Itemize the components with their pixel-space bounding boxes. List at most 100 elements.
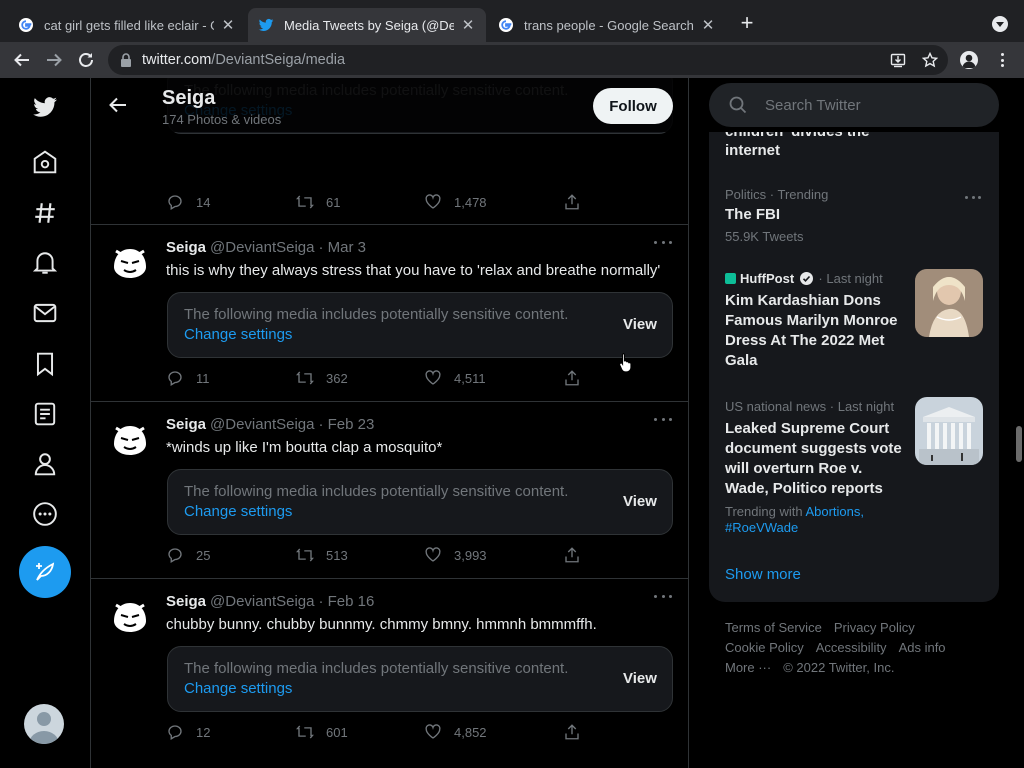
retweet-button[interactable]: 601	[296, 723, 348, 741]
tweet-more-icon[interactable]	[654, 239, 672, 245]
back-arrow-icon[interactable]	[107, 94, 129, 116]
browser-menu-icon[interactable]	[996, 51, 1008, 69]
trend-more-icon[interactable]	[965, 196, 981, 200]
reload-icon[interactable]	[76, 50, 96, 70]
tweet-avatar[interactable]	[106, 591, 154, 639]
sensitive-message: The following media includes potentially…	[184, 660, 569, 677]
footer-link[interactable]: Accessibility	[816, 640, 887, 655]
reply-button[interactable]: 14	[166, 193, 210, 211]
news-headline[interactable]: Leaked Supreme Court document suggests v…	[725, 419, 907, 499]
twitter-sidebar	[0, 78, 90, 768]
reply-button[interactable]: 11	[166, 369, 210, 387]
change-settings-link[interactable]: Change settings	[184, 503, 292, 520]
view-media-button[interactable]: View	[623, 493, 657, 510]
footer-link[interactable]: Cookie Policy	[725, 640, 804, 655]
browser-tab-3[interactable]: trans people - Google Search ✕	[488, 8, 726, 42]
tweet[interactable]: Seiga @DeviantSeiga · Feb 23 *winds up lik…	[91, 402, 688, 579]
tweet-more-icon[interactable]	[654, 416, 672, 422]
address-bar[interactable]: twitter.com/DeviantSeiga/media	[108, 45, 948, 75]
account-avatar[interactable]	[24, 704, 64, 744]
browser-tab-1[interactable]: cat girl gets filled like eclair - G ✕	[8, 8, 246, 42]
news-thumbnail[interactable]	[915, 397, 983, 465]
scrollbar-thumb[interactable]	[1016, 426, 1022, 462]
media-count: 174 Photos & videos	[162, 112, 282, 127]
explore-hashtag-icon[interactable]	[30, 198, 60, 228]
footer-link[interactable]: Ads info	[899, 640, 946, 655]
tweet-text: *winds up like I'm boutta clap a mosquit…	[166, 439, 443, 456]
follow-button[interactable]: Follow	[593, 88, 673, 124]
huffpost-logo-icon	[725, 273, 736, 284]
tab-title: cat girl gets filled like eclair - G	[44, 17, 214, 33]
install-app-icon[interactable]	[890, 52, 906, 68]
hand-pointer-icon	[619, 352, 633, 377]
forward-arrow-icon[interactable]	[44, 50, 64, 70]
notifications-bell-icon[interactable]	[30, 248, 60, 278]
tweet[interactable]: Seiga @DeviantSeiga · Mar 3 this is why th…	[91, 225, 688, 402]
news-headline[interactable]: Kim Kardashian Dons Famous Marilyn Monro…	[725, 291, 907, 371]
twitter-logo-icon[interactable]	[30, 92, 60, 122]
share-button[interactable]	[563, 369, 593, 387]
hashtag-link[interactable]: Abortions,	[805, 504, 864, 519]
tweet-actions: 25 513 3,993	[166, 546, 596, 566]
feather-plus-icon	[36, 562, 55, 581]
change-settings-link[interactable]: Change settings	[184, 680, 292, 697]
messages-envelope-icon[interactable]	[30, 298, 60, 328]
google-icon	[498, 17, 514, 33]
back-arrow-icon[interactable]	[12, 50, 32, 70]
trend-category: Politics · Trending	[725, 187, 829, 202]
reply-button[interactable]: 25	[166, 546, 210, 564]
retweet-button[interactable]: 513	[296, 546, 348, 564]
tweet-avatar[interactable]	[106, 414, 154, 462]
browser-profile-icon[interactable]	[960, 51, 978, 69]
retweet-icon	[296, 195, 314, 209]
retweet-button[interactable]: 362	[296, 369, 348, 387]
like-button[interactable]: 4,511	[424, 369, 486, 387]
more-circle-icon[interactable]	[30, 499, 60, 529]
hashtag-link[interactable]: #RoeVWade	[725, 520, 798, 535]
bookmarks-icon[interactable]	[30, 349, 60, 379]
tab-close-icon[interactable]: ✕	[700, 16, 716, 34]
tab-close-icon[interactable]: ✕	[460, 16, 476, 34]
tweet[interactable]: Seiga @DeviantSeiga · Feb 16 chubby bunny.…	[91, 579, 688, 768]
footer-link[interactable]: Privacy Policy	[834, 620, 915, 635]
profile-person-icon[interactable]	[30, 449, 60, 479]
footer-link[interactable]: Terms of Service	[725, 620, 822, 635]
show-more-link[interactable]: Show more	[725, 566, 801, 583]
bookmark-star-icon[interactable]	[921, 51, 939, 68]
copyright: © 2022 Twitter, Inc.	[783, 660, 895, 675]
sensitive-message: The following media includes potentially…	[184, 483, 569, 500]
verified-badge-icon	[799, 272, 813, 285]
sensitive-media-notice: The following media includes potentially…	[167, 292, 673, 358]
tab-close-icon[interactable]: ✕	[220, 16, 236, 34]
tweet-more-icon[interactable]	[654, 593, 672, 599]
tweet-text: this is why they always stress that you …	[166, 262, 661, 279]
view-media-button[interactable]: View	[623, 670, 657, 687]
lists-icon[interactable]	[30, 399, 60, 429]
reply-button[interactable]: 12	[166, 723, 210, 741]
footer-more-link[interactable]: More ···	[725, 660, 771, 675]
share-button[interactable]	[563, 723, 593, 741]
trend-title[interactable]: The FBI	[725, 205, 780, 225]
share-icon	[565, 370, 579, 386]
new-tab-button[interactable]: +	[736, 12, 758, 35]
trending-with: Trending with Abortions,	[725, 504, 865, 519]
like-button[interactable]: 1,478	[424, 193, 487, 211]
home-icon[interactable]	[30, 147, 60, 177]
news-thumbnail[interactable]	[915, 269, 983, 337]
tab-search-icon[interactable]	[992, 16, 1008, 32]
browser-tab-2[interactable]: Media Tweets by Seiga (@Devi ✕	[248, 8, 486, 42]
retweet-button[interactable]: 61	[296, 193, 340, 211]
lock-icon[interactable]	[120, 53, 132, 72]
share-button[interactable]	[563, 546, 593, 564]
change-settings-link[interactable]: Change settings	[184, 326, 292, 343]
trend-title[interactable]: internet	[725, 141, 780, 161]
like-button[interactable]: 4,852	[424, 723, 487, 741]
view-media-button[interactable]: View	[623, 316, 657, 333]
share-button[interactable]	[563, 193, 593, 211]
search-twitter-input[interactable]: Search Twitter	[709, 83, 999, 127]
tab-title: Media Tweets by Seiga (@Devi	[284, 17, 454, 33]
tweet-avatar[interactable]	[106, 237, 154, 285]
like-button[interactable]: 3,993	[424, 546, 487, 564]
compose-tweet-button[interactable]	[19, 546, 71, 598]
page-scrollbar[interactable]	[1013, 78, 1024, 768]
